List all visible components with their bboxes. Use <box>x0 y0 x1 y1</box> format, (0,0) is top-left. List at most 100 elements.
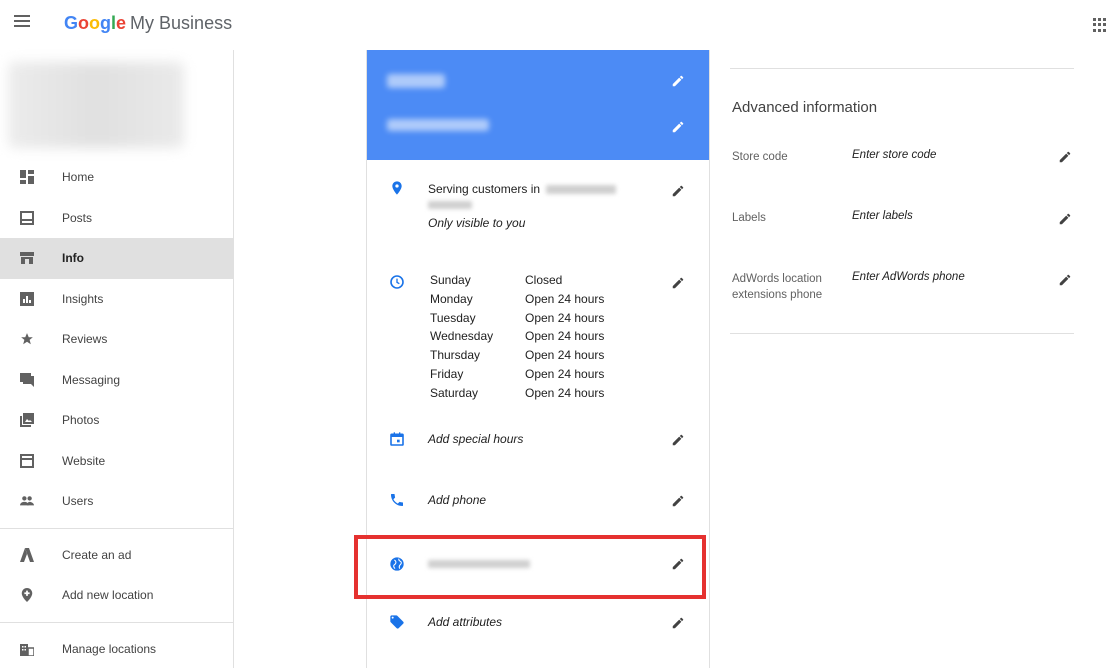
pencil-icon[interactable] <box>671 616 685 630</box>
pencil-icon[interactable] <box>671 433 685 447</box>
sidebar-item-users[interactable]: Users <box>0 481 234 522</box>
labels-row[interactable]: Labels Enter labels <box>732 210 1074 230</box>
sidebar-nav: Home Posts Info Insights Reviews Messagi… <box>0 157 234 668</box>
day-label: Saturday <box>430 385 479 400</box>
business-header <box>367 50 709 160</box>
labels-value: Enter labels <box>852 210 913 222</box>
phone-row[interactable]: Add phone <box>367 489 711 513</box>
sidebar-item-label: Users <box>62 494 94 509</box>
sidebar-item-create-ad[interactable]: Create an ad <box>0 535 234 576</box>
top-app-bar: Google My Business <box>0 0 1120 50</box>
hours-value: Closed <box>525 273 563 287</box>
attributes-row[interactable]: Add attributes <box>367 611 711 635</box>
phone-text: Add phone <box>428 493 487 507</box>
special-hours-text: Add special hours <box>428 432 524 446</box>
sidebar-item-home[interactable]: Home <box>0 157 234 198</box>
sidebar-item-label: Info <box>62 251 84 266</box>
divider <box>730 68 1074 69</box>
business-category-redacted <box>387 119 489 131</box>
service-area-note: Only visible to you <box>428 216 526 230</box>
sidebar-divider <box>0 527 234 529</box>
service-area-redacted <box>546 185 617 195</box>
hours-row[interactable]: Sunday Closed Monday Open 24 hours Tuesday… <box>367 270 711 400</box>
star-icon <box>20 332 34 346</box>
pencil-icon[interactable] <box>671 120 685 134</box>
sidebar-item-label: Photos <box>62 413 100 428</box>
day-label: Friday <box>430 366 464 381</box>
labels-label: Labels <box>732 212 766 224</box>
divider <box>730 333 1074 334</box>
sidebar-divider <box>0 621 234 623</box>
sidebar-item-reviews[interactable]: Reviews <box>0 319 234 360</box>
add-location-icon <box>20 588 34 603</box>
sidebar-item-label: Website <box>62 453 106 468</box>
store-code-value: Enter store code <box>852 149 937 161</box>
business-profile-card <box>8 62 184 148</box>
service-area-row[interactable]: Serving customers in Only visible to you <box>367 176 711 246</box>
hours-value: Open 24 hours <box>525 366 605 381</box>
sidebar-item-photos[interactable]: Photos <box>0 400 234 441</box>
hours-row-item: Monday Open 24 hours <box>430 291 604 308</box>
sidebar-item-label: Reviews <box>62 332 108 347</box>
advanced-info-panel: Advanced information Store code Enter st… <box>730 50 1074 334</box>
sidebar-item-website[interactable]: Website <box>0 441 234 482</box>
phone-icon <box>391 494 403 506</box>
sidebar-item-label: Manage locations <box>62 641 157 656</box>
sidebar-item-label: Insights <box>62 291 104 306</box>
sidebar-item-label: Add new location <box>62 588 154 603</box>
hours-row-item: Thursday Open 24 hours <box>430 347 604 364</box>
pencil-icon[interactable] <box>671 276 685 290</box>
storefront-icon <box>20 251 34 265</box>
day-label: Thursday <box>430 348 481 363</box>
logo-letter: e <box>116 13 127 33</box>
day-label: Sunday <box>430 273 471 287</box>
logo-letter: G <box>64 13 79 33</box>
hours-value: Open 24 hours <box>525 291 605 306</box>
photos-icon <box>20 413 34 428</box>
insights-icon <box>20 291 34 306</box>
sidebar-item-messaging[interactable]: Messaging <box>0 360 234 401</box>
sidebar-item-label: Messaging <box>62 372 121 387</box>
hours-row-item: Saturday Open 24 hours <box>430 385 604 402</box>
pencil-icon[interactable] <box>671 184 685 198</box>
sidebar-item-label: Home <box>62 170 95 185</box>
hamburger-icon[interactable] <box>14 15 30 29</box>
day-label: Tuesday <box>430 310 476 325</box>
product-name: My Business <box>130 13 233 33</box>
pencil-icon[interactable] <box>671 74 685 88</box>
sidebar-item-label: Create an ad <box>62 547 132 562</box>
advanced-info-title: Advanced information <box>732 99 878 116</box>
service-area-redacted <box>428 201 472 209</box>
adwords-phone-label: AdWords location extensions phone <box>732 273 823 301</box>
hours-row-item: Sunday Closed <box>430 272 604 289</box>
store-code-row[interactable]: Store code Enter store code <box>732 149 1074 169</box>
posts-icon <box>20 210 34 225</box>
sidebar-item-posts[interactable]: Posts <box>0 198 234 239</box>
logo-letter: o <box>89 13 101 33</box>
day-label: Wednesday <box>430 329 494 344</box>
pencil-icon[interactable] <box>1058 150 1072 164</box>
app-logo[interactable]: Google My Business <box>64 13 232 34</box>
clock-icon <box>390 275 404 289</box>
website-icon <box>20 453 34 468</box>
hours-value: Open 24 hours <box>525 310 605 325</box>
sidebar-item-info[interactable]: Info <box>0 238 234 279</box>
sidebar-item-insights[interactable]: Insights <box>0 279 234 320</box>
business-name-redacted <box>387 74 445 88</box>
attributes-text: Add attributes <box>428 615 503 629</box>
pencil-icon[interactable] <box>1058 273 1072 287</box>
website-highlight-box <box>354 535 706 599</box>
special-hours-row[interactable]: Add special hours <box>367 428 711 452</box>
adwords-phone-row[interactable]: AdWords location extensions phone Enter … <box>732 271 1074 307</box>
location-pin-icon <box>392 181 402 195</box>
hours-value: Open 24 hours <box>525 329 605 344</box>
pencil-icon[interactable] <box>671 494 685 508</box>
hours-row-item: Friday Open 24 hours <box>430 366 604 383</box>
sidebar-item-manage-locations[interactable]: Manage locations <box>0 629 234 668</box>
store-code-label: Store code <box>732 151 788 163</box>
sidebar-item-add-location[interactable]: Add new location <box>0 575 234 616</box>
calendar-icon <box>390 432 404 446</box>
apps-grid-icon[interactable] <box>1093 18 1107 32</box>
pencil-icon[interactable] <box>1058 212 1072 226</box>
hours-row-item: Tuesday Open 24 hours <box>430 310 604 327</box>
